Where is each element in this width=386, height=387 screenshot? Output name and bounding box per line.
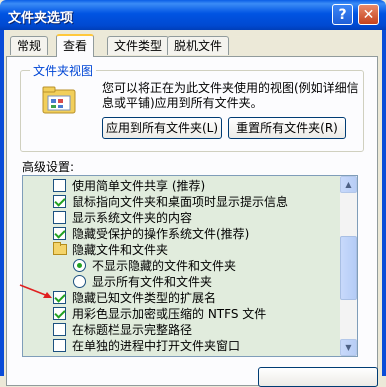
scroll-thumb[interactable] (340, 236, 357, 300)
checkbox[interactable] (53, 227, 66, 240)
title-bar[interactable]: 文件夹选项 ? ✕ (0, 0, 386, 30)
apply-to-all-folders-button[interactable]: 应用到所有文件夹(L) (102, 117, 222, 139)
close-button[interactable]: ✕ (358, 4, 379, 25)
list-scrollbar[interactable]: ▲ ▼ (340, 176, 357, 356)
scroll-up-icon[interactable]: ▲ (340, 176, 357, 193)
radio-button[interactable] (73, 275, 86, 288)
tab-offline-files[interactable]: 脱机文件 (167, 36, 230, 55)
checkbox[interactable] (53, 323, 66, 336)
checkbox[interactable] (53, 179, 66, 192)
folder-view-icon (42, 86, 76, 114)
list-item-label: 显示所有文件和文件夹 (92, 275, 213, 289)
restore-defaults-button[interactable] (258, 367, 378, 387)
list-item-label: 在标题栏显示完整路径 (72, 323, 193, 337)
checkbox[interactable] (53, 291, 66, 304)
reset-all-folders-button[interactable]: 重置所有文件夹(R) (228, 117, 346, 139)
folder-icon (53, 242, 67, 255)
radio-button[interactable] (73, 259, 86, 272)
list-item-label: 显示系统文件夹的内容 (72, 211, 193, 225)
tab-general[interactable]: 常规 (10, 36, 49, 55)
window-frame-right (382, 30, 386, 376)
checkbox[interactable] (53, 339, 66, 352)
list-item-label: 鼠标指向文件夹和桌面项时显示提示信息 (72, 195, 289, 209)
checkbox[interactable] (53, 307, 66, 320)
tab-file-types[interactable]: 文件类型 (107, 36, 170, 55)
list-item-label: 用彩色显示加密或压缩的 NTFS 文件 (72, 307, 267, 321)
checkbox[interactable] (53, 211, 66, 224)
window-frame-left (0, 30, 4, 376)
advanced-settings-list[interactable]: 使用简单文件共享 (推荐) 鼠标指向文件夹和桌面项时显示提示信息 显示系统文件夹… (22, 175, 358, 357)
list-item-label: 隐藏受保护的操作系统文件(推荐) (72, 227, 250, 241)
window-title: 文件夹选项 (8, 11, 74, 26)
checkbox[interactable] (53, 195, 66, 208)
folder-views-description: 您可以将正在为此文件夹使用的视图(例如详细信息或平铺)应用到所有文件夹。 (102, 81, 359, 110)
annotation-arrow-icon (19, 284, 52, 298)
advanced-settings-label: 高级设置: (22, 160, 75, 174)
list-item-label: 隐藏文件和文件夹 (72, 243, 169, 257)
list-item-label: 在单独的进程中打开文件夹窗口 (72, 339, 241, 353)
tab-view[interactable]: 查看 (56, 34, 95, 57)
scroll-down-icon[interactable]: ▼ (340, 339, 357, 356)
list-item-label: 使用简单文件共享 (推荐) (72, 179, 206, 193)
list-item-label: 隐藏已知文件类型的扩展名 (72, 291, 217, 305)
list-item-label: 不显示隐藏的文件和文件夹 (92, 259, 237, 273)
help-button[interactable]: ? (332, 4, 353, 25)
folder-views-label: 文件夹视图 (30, 62, 97, 79)
